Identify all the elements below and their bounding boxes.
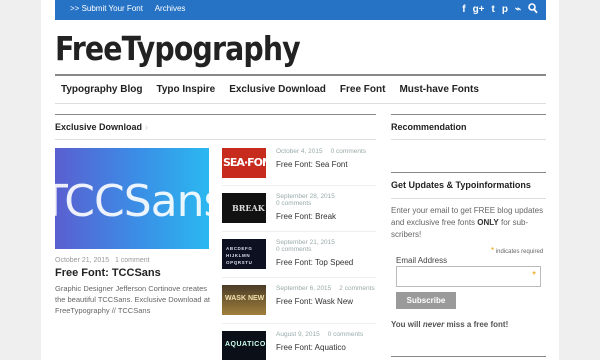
- list-item[interactable]: BREAK September 28, 2015 0 comments Free …: [222, 193, 377, 233]
- rss-icon[interactable]: ⌁: [515, 3, 521, 19]
- thumb-text: AQUATICO: [225, 341, 266, 348]
- post-thumbnail[interactable]: AQUATICO: [222, 331, 266, 360]
- divider: [222, 231, 376, 232]
- nav-item-exclusive-download[interactable]: Exclusive Download: [229, 84, 326, 95]
- newsletter-title: Get Updates & Typoinformations: [391, 180, 531, 190]
- post-comments[interactable]: 0 comments: [328, 331, 363, 338]
- thumb-text: ABCDEFG HIJKLMN OPQRSTU: [226, 246, 253, 265]
- nav-item-typo-inspire[interactable]: Typo Inspire: [156, 84, 215, 95]
- list-item[interactable]: WASK NEW September 6, 2015 2 comments Fre…: [222, 285, 377, 325]
- thumb-text: BREAK: [232, 203, 265, 213]
- chevron-right-icon: ›: [145, 122, 149, 132]
- post-meta: September 28, 2015 0 comments: [276, 193, 343, 207]
- post-thumbnail[interactable]: SEA·FONT: [222, 148, 278, 178]
- search-icon[interactable]: [528, 3, 538, 19]
- featured-meta: October 21, 2015 1 comment: [55, 257, 150, 264]
- newsletter-tagline: You will never miss a free font!: [391, 320, 508, 329]
- post-date: September 21, 2015: [276, 239, 335, 246]
- tagline-before: You will: [391, 320, 423, 329]
- post-date: September 6, 2015: [276, 285, 332, 292]
- post-title[interactable]: Free Font: Top Speed: [276, 258, 353, 267]
- email-label: Email Address: [396, 256, 448, 265]
- nav-item-typography-blog[interactable]: Typography Blog: [61, 84, 142, 95]
- post-title[interactable]: Free Font: Sea Font: [276, 160, 348, 169]
- social-icons: f g+ t p ⌁: [462, 3, 538, 19]
- section-heading-recommendation: Recommendation: [391, 114, 546, 140]
- asterisk-icon: *: [491, 246, 495, 255]
- nav-item-must-have-fonts[interactable]: Must-have Fonts: [399, 84, 478, 95]
- divider: [222, 323, 376, 324]
- tagline-italic: never: [422, 320, 445, 329]
- post-meta: September 6, 2015 2 comments: [276, 285, 383, 292]
- post-date: September 28, 2015: [276, 193, 335, 200]
- thumb-text: WASK NEW: [225, 295, 265, 302]
- featured-title[interactable]: Free Font: TCCSans: [55, 267, 161, 279]
- required-note: * indicates required: [491, 246, 543, 255]
- post-date: October 4, 2015: [276, 148, 323, 155]
- post-date: August 9, 2015: [276, 331, 320, 338]
- divider: [222, 277, 376, 278]
- required-note-text: indicates required: [495, 249, 544, 255]
- tagline-after: miss a free font!: [444, 320, 509, 329]
- featured-image[interactable]: TCCSans: [55, 148, 209, 249]
- thumb-text: SEA·FONT: [223, 156, 278, 169]
- top-bar: >> Submit Your Font Archives f g+ t p ⌁: [55, 0, 546, 20]
- featured-image-text: TCCSans: [55, 176, 209, 227]
- list-item[interactable]: ABCDEFG HIJKLMN OPQRSTU September 21, 20…: [222, 239, 377, 279]
- post-thumbnail[interactable]: WASK NEW: [222, 285, 266, 315]
- pinterest-icon[interactable]: p: [502, 3, 508, 19]
- post-thumbnail[interactable]: ABCDEFG HIJKLMN OPQRSTU: [222, 239, 266, 269]
- divider: [222, 185, 376, 186]
- featured-excerpt: Graphic Designer Jefferson Cortinove cre…: [55, 284, 210, 315]
- newsletter-heading: Get Updates & Typoinformations: [391, 172, 546, 199]
- list-item[interactable]: AQUATICO August 9, 2015 0 comments Free F…: [222, 331, 377, 360]
- submit-font-link[interactable]: >> Submit Your Font: [70, 4, 143, 13]
- nav-item-free-font[interactable]: Free Font: [340, 84, 386, 95]
- site-logo[interactable]: FreeTypography: [55, 29, 301, 68]
- featured-comments[interactable]: 1 comment: [115, 257, 150, 264]
- post-title[interactable]: Free Font: Break: [276, 212, 336, 221]
- post-title[interactable]: Free Font: Aquatico: [276, 343, 346, 352]
- newsletter-description: Enter your email to get FREE blog update…: [391, 205, 551, 241]
- recommendation-title: Recommendation: [391, 122, 467, 132]
- post-comments[interactable]: 0 comments: [331, 148, 366, 155]
- section-heading-exclusive: Exclusive Download ›: [55, 114, 376, 140]
- post-comments[interactable]: 2 comments: [339, 285, 374, 292]
- archives-link[interactable]: Archives: [155, 4, 186, 13]
- google-plus-icon[interactable]: g+: [473, 3, 485, 19]
- featured-date: October 21, 2015: [55, 257, 110, 264]
- section-title[interactable]: Exclusive Download: [55, 122, 142, 132]
- post-comments[interactable]: 0 comments: [276, 246, 311, 253]
- asterisk-icon: *: [532, 270, 536, 281]
- twitter-icon[interactable]: t: [492, 3, 495, 19]
- post-meta: August 9, 2015 0 comments: [276, 331, 371, 338]
- post-thumbnail[interactable]: BREAK: [222, 193, 266, 223]
- subscribe-button[interactable]: Subscribe: [396, 292, 456, 309]
- email-field[interactable]: *: [396, 266, 541, 287]
- post-comments[interactable]: 0 comments: [276, 200, 311, 207]
- facebook-icon[interactable]: f: [462, 3, 465, 19]
- list-item[interactable]: SEA·FONT October 4, 2015 0 comments Free …: [222, 148, 377, 188]
- main-nav: Typography Blog Typo Inspire Exclusive D…: [55, 74, 546, 104]
- top-links: >> Submit Your Font Archives: [70, 4, 195, 13]
- divider: [391, 356, 546, 357]
- post-meta: October 4, 2015 0 comments: [276, 148, 374, 155]
- post-title[interactable]: Free Font: Wask New: [276, 297, 353, 306]
- post-meta: September 21, 2015 0 comments: [276, 239, 343, 253]
- newsletter-text-bold: ONLY: [477, 218, 499, 227]
